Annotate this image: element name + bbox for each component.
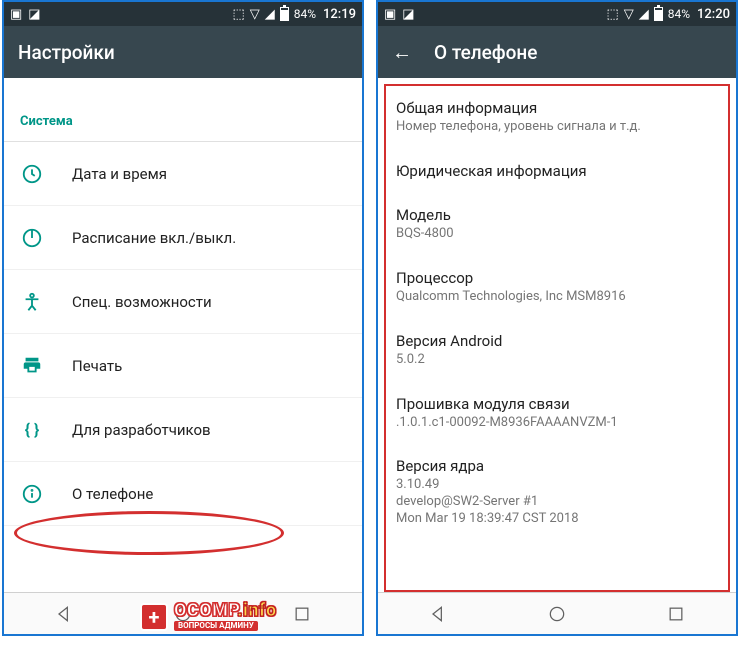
battery-icon bbox=[654, 7, 663, 21]
screen-about-phone: ▣ ◪ ⬚ ▽ ◢ 84% 12:20 ← О телефоне О bbox=[376, 0, 738, 636]
nav-back-icon[interactable] bbox=[54, 604, 74, 624]
wifi-icon: ▽ bbox=[250, 8, 260, 21]
nav-back-icon[interactable] bbox=[428, 604, 448, 624]
highlight-box: Общая информация Номер телефона, уровень… bbox=[384, 84, 730, 592]
nav-recent-icon[interactable] bbox=[666, 604, 686, 624]
info-title: Прошивка модуля связи bbox=[396, 395, 718, 413]
watermark-title: OCOMP.info bbox=[174, 602, 277, 620]
about-list: Общая информация Номер телефона, уровень… bbox=[378, 78, 736, 592]
info-processor[interactable]: Процессор Qualcomm Technologies, Inc MSM… bbox=[386, 256, 728, 319]
info-title: Юридическая информация bbox=[396, 162, 718, 180]
item-accessibility[interactable]: Спец. возможности bbox=[4, 270, 362, 334]
wifi-icon: ▽ bbox=[624, 8, 634, 21]
info-android-version[interactable]: Версия Android 5.0.2 bbox=[386, 319, 728, 382]
info-icon bbox=[20, 482, 44, 506]
info-title: Процессор bbox=[396, 269, 718, 287]
info-legal[interactable]: Юридическая информация bbox=[386, 149, 728, 193]
nav-bar bbox=[378, 592, 736, 634]
vibrate-icon: ⬚ bbox=[606, 8, 618, 21]
item-label: О телефоне bbox=[72, 485, 153, 503]
item-about-phone[interactable]: О телефоне bbox=[4, 462, 362, 526]
info-model[interactable]: Модель BQS-4800 bbox=[386, 193, 728, 256]
toolbar: ← О телефоне bbox=[378, 26, 736, 78]
signal-icon: ◢ bbox=[639, 8, 649, 21]
page-title: О телефоне bbox=[434, 41, 700, 64]
info-title: Версия Android bbox=[396, 332, 718, 350]
nav-home-icon[interactable] bbox=[547, 604, 567, 624]
info-subtitle: 5.0.2 bbox=[396, 352, 718, 369]
status-bar: ▣ ◪ ⬚ ▽ ◢ 84% 12:19 bbox=[4, 2, 362, 26]
item-label: Дата и время bbox=[72, 165, 167, 183]
info-title: Общая информация bbox=[396, 99, 718, 117]
info-subtitle: .1.0.1.c1-00092-M8936FAAAANVZM-1 bbox=[396, 415, 718, 432]
page-title: Настройки bbox=[18, 41, 326, 64]
item-print[interactable]: Печать bbox=[4, 334, 362, 398]
print-icon bbox=[20, 354, 44, 378]
info-subtitle: Qualcomm Technologies, Inc MSM8916 bbox=[396, 289, 718, 306]
info-subtitle: BQS-4800 bbox=[396, 226, 718, 243]
toolbar: Настройки bbox=[4, 26, 362, 78]
notification-icon: ▣ bbox=[10, 8, 22, 21]
item-date-time[interactable]: Дата и время bbox=[4, 142, 362, 206]
battery-icon bbox=[280, 7, 289, 21]
info-kernel[interactable]: Версия ядра 3.10.49 develop@SW2-Server #… bbox=[386, 444, 728, 541]
watermark: + OCOMP.info ВОПРОСЫ АДМИНУ bbox=[140, 602, 277, 631]
settings-list: Система Дата и время Расписание вкл./вык… bbox=[4, 78, 362, 592]
clock: 12:20 bbox=[697, 7, 730, 22]
item-developer[interactable]: { } Для разработчиков bbox=[4, 398, 362, 462]
item-label: Печать bbox=[72, 357, 122, 375]
info-title: Модель bbox=[396, 206, 718, 224]
sim-icon: ◪ bbox=[28, 8, 40, 21]
status-bar: ▣ ◪ ⬚ ▽ ◢ 84% 12:20 bbox=[378, 2, 736, 26]
info-title: Версия ядра bbox=[396, 457, 718, 475]
back-icon[interactable]: ← bbox=[392, 40, 412, 65]
braces-icon: { } bbox=[20, 418, 44, 442]
item-label: Расписание вкл./выкл. bbox=[72, 229, 236, 247]
screen-settings: ▣ ◪ ⬚ ▽ ◢ 84% 12:19 Настройки Система bbox=[2, 0, 364, 636]
item-label: Спец. возможности bbox=[72, 293, 212, 311]
battery-percent: 84% bbox=[294, 7, 316, 21]
clock: 12:19 bbox=[323, 7, 356, 22]
info-subtitle: 3.10.49 develop@SW2-Server #1 Mon Mar 19… bbox=[396, 477, 718, 528]
nav-recent-icon[interactable] bbox=[292, 604, 312, 624]
sim-icon: ◪ bbox=[402, 8, 414, 21]
signal-icon: ◢ bbox=[265, 8, 275, 21]
info-subtitle: Номер телефона, уровень сигнала и т.д. bbox=[396, 119, 718, 136]
notification-icon: ▣ bbox=[384, 8, 396, 21]
item-schedule-power[interactable]: Расписание вкл./выкл. bbox=[4, 206, 362, 270]
watermark-badge-icon: + bbox=[140, 603, 168, 631]
vibrate-icon: ⬚ bbox=[232, 8, 244, 21]
item-label: Для разработчиков bbox=[72, 421, 211, 439]
battery-percent: 84% bbox=[668, 7, 690, 21]
section-header: Система bbox=[4, 78, 362, 142]
info-general[interactable]: Общая информация Номер телефона, уровень… bbox=[386, 86, 728, 149]
watermark-subtitle: ВОПРОСЫ АДМИНУ bbox=[174, 621, 258, 631]
info-baseband[interactable]: Прошивка модуля связи .1.0.1.c1-00092-M8… bbox=[386, 382, 728, 445]
accessibility-icon bbox=[20, 290, 44, 314]
clock-icon bbox=[20, 162, 44, 186]
power-icon bbox=[20, 226, 44, 250]
